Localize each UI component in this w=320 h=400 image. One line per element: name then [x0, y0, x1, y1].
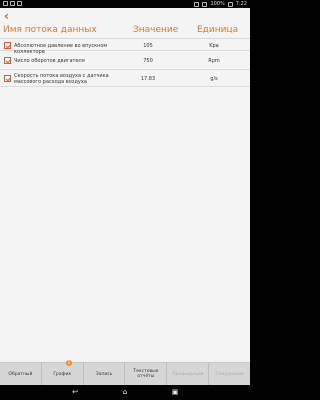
nav-back-icon[interactable]: ↩	[67, 388, 83, 397]
previous-button[interactable]: Предыдущая	[167, 363, 210, 385]
graph-label: График	[53, 371, 72, 377]
header-value: Значение	[133, 25, 179, 35]
reverse-label: Обратный	[8, 371, 33, 377]
header-name: Имя потока данных	[3, 25, 97, 35]
bottom-toolbar: Обратный 3 График Запись Текстовые отчёт…	[0, 360, 250, 385]
header-unit: Единица	[197, 25, 239, 35]
row-value: 750	[143, 58, 153, 64]
notification-icon	[17, 1, 22, 6]
nav-recent-apps-icon[interactable]: ▣	[167, 388, 183, 397]
app-content: ‹ Имя потока данных Значение Единица Абс…	[0, 8, 250, 385]
row-checkbox[interactable]	[4, 42, 11, 49]
status-icons-left	[3, 0, 22, 6]
back-arrow-icon[interactable]: ‹	[4, 10, 16, 22]
row-name: Число оборотов двигателя	[14, 58, 85, 64]
table-row[interactable]: Абсолютное давление во впускном коллекто…	[0, 40, 250, 55]
record-label: Запись	[95, 371, 113, 377]
row-unit: Kpa	[209, 43, 219, 49]
record-button[interactable]: Запись	[84, 363, 126, 385]
signal-icon	[194, 2, 200, 7]
notification-icon	[3, 1, 8, 6]
row-checkbox[interactable]	[4, 75, 11, 82]
notification-icon	[10, 1, 15, 6]
graph-button[interactable]: 3 График	[42, 360, 84, 385]
clock: 7:22	[235, 1, 247, 7]
row-checkbox[interactable]	[4, 57, 11, 64]
table-row[interactable]: Число оборотов двигателя 750 Rpm	[0, 52, 250, 70]
text-reports-button[interactable]: Текстовые отчёты	[125, 363, 168, 385]
screen: 100% 7:22 ‹ Имя потока данных Значение Е…	[0, 0, 250, 400]
status-icons-right: 100% 7:22	[194, 0, 247, 8]
row-unit: Rpm	[208, 58, 220, 64]
battery-icon	[227, 2, 233, 7]
table-header: Имя потока данных Значение Единица	[0, 23, 250, 39]
status-bar: 100% 7:22	[0, 0, 250, 8]
nav-home-icon[interactable]: ⌂	[117, 388, 133, 397]
row-name: Скорость потока воздуха с датчика массов…	[14, 73, 109, 85]
wifi-icon	[202, 2, 208, 7]
row-value: 105	[143, 43, 153, 49]
row-unit: g/s	[210, 76, 218, 82]
graph-badge: 3	[65, 360, 72, 366]
text-reports-label: Текстовые отчёты	[133, 369, 159, 379]
table-row[interactable]: Скорость потока воздуха с датчика массов…	[0, 71, 250, 87]
system-navigation-bar: ↩ ⌂ ▣	[0, 385, 250, 400]
next-label: Следующая	[215, 371, 244, 377]
row-value: 17.83	[140, 76, 156, 82]
next-button[interactable]: Следующая	[209, 363, 250, 385]
reverse-button[interactable]: Обратный	[0, 363, 42, 385]
battery-level: 100%	[210, 1, 225, 7]
previous-label: Предыдущая	[172, 371, 204, 377]
